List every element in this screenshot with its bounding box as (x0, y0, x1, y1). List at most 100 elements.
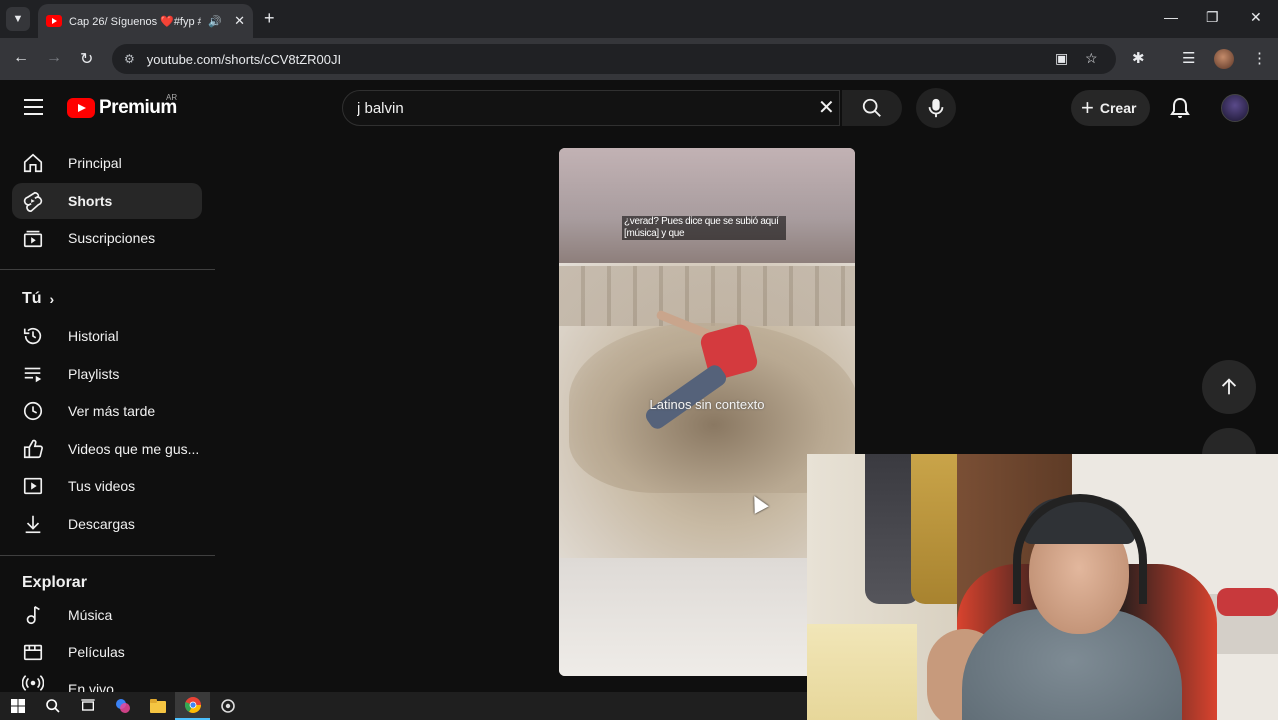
region-code: AR (166, 93, 178, 102)
arrow-up-icon (1221, 378, 1237, 395)
address-bar[interactable]: ⚙ youtube.com/shorts/cCV8tZR00JI (112, 44, 1116, 74)
tab-search-button[interactable]: ▼ (6, 7, 30, 31)
search-icon (862, 98, 881, 117)
sidebar-item-label: Historial (68, 328, 119, 344)
sidebar-item-label: Videos que me gus... (68, 441, 200, 457)
youtube-play-icon (67, 98, 95, 118)
reload-icon[interactable]: ↻ (80, 49, 93, 69)
forward-icon[interactable]: → (46, 49, 62, 67)
browser-menu-icon[interactable]: ⋮ (1252, 49, 1267, 67)
search-button[interactable] (842, 90, 902, 126)
create-label: Crear (1099, 100, 1137, 116)
video-wall (559, 266, 855, 326)
chrome-taskbar-icon[interactable] (175, 692, 210, 720)
live-icon (22, 672, 44, 692)
voice-search-button[interactable] (916, 88, 956, 128)
sidebar: Principal Shorts Suscripciones Tú › Hist… (0, 136, 215, 692)
chevron-right-icon: › (49, 291, 55, 307)
sidebar-item-label: Principal (68, 155, 122, 171)
explore-section-heading: Explorar (22, 574, 87, 592)
windows-logo-icon (10, 699, 25, 713)
tab-close-icon[interactable]: ✕ (234, 13, 245, 29)
sidebar-item-historial[interactable]: Historial (12, 318, 202, 354)
cam-pillow (1217, 588, 1278, 616)
sidebar-item-label: Suscripciones (68, 230, 156, 246)
sidebar-item-label: Shorts (68, 193, 113, 209)
watch-later-icon (22, 400, 44, 422)
youtube-premium-logo[interactable]: Premium AR (67, 93, 177, 119)
audio-playing-icon[interactable]: 🔊 (208, 15, 222, 28)
clear-search-icon[interactable]: ✕ (818, 98, 835, 118)
sidebar-item-label: Ver más tarde (68, 403, 156, 419)
sidebar-item-descargas[interactable]: Descargas (12, 506, 202, 542)
restore-icon[interactable]: ❐ (1206, 9, 1219, 26)
sidebar-item-videos-que-me-gustan[interactable]: Videos que me gus... (12, 431, 202, 467)
settings-taskbar-icon[interactable] (210, 692, 245, 720)
bookmark-star-icon[interactable]: ☆ (1085, 50, 1098, 67)
search-box[interactable] (342, 90, 840, 126)
url-text: youtube.com/shorts/cCV8tZR00JI (146, 51, 342, 67)
sidebar-item-ver-mas-tarde[interactable]: Ver más tarde (12, 393, 202, 429)
extensions-icon[interactable]: ✱ (1132, 49, 1145, 67)
sidebar-item-shorts[interactable]: Shorts (12, 183, 202, 219)
sidebar-item-suscripciones[interactable]: Suscripciones (12, 220, 202, 256)
movies-icon (22, 641, 44, 663)
sidebar-item-musica[interactable]: Música (12, 597, 202, 633)
sidebar-divider (0, 269, 215, 270)
music-icon (22, 604, 44, 626)
you-heading-label: Tú (22, 290, 42, 307)
tab-title: Cap 26/ Síguenos ❤️#fyp # (69, 15, 201, 28)
plus-icon: + (1081, 95, 1094, 120)
taskbar-search-icon[interactable] (35, 692, 70, 720)
video-sky (559, 148, 855, 266)
install-app-icon[interactable]: ▣ (1055, 50, 1068, 67)
video-caption: ¿verad? Pues dice que se subió aquí [mús… (622, 216, 786, 240)
menu-icon[interactable] (24, 99, 43, 115)
video-watermark: Latinos sin contexto (649, 397, 765, 412)
browser-profile-avatar[interactable] (1214, 49, 1234, 69)
home-icon (22, 152, 44, 174)
liked-icon (22, 438, 44, 460)
sidebar-item-label: Películas (68, 644, 125, 660)
notifications-bell-icon[interactable] (1168, 96, 1192, 120)
you-section-heading[interactable]: Tú › (22, 290, 54, 308)
sidebar-item-playlists[interactable]: Playlists (12, 356, 202, 392)
search-input[interactable] (357, 99, 797, 117)
site-info-icon[interactable]: ⚙ (124, 52, 135, 66)
sidebar-item-principal[interactable]: Principal (12, 145, 202, 181)
create-button[interactable]: + Crear (1071, 90, 1151, 126)
downloads-icon (22, 513, 44, 535)
sidebar-item-label: Música (68, 607, 113, 623)
start-button[interactable] (0, 692, 35, 720)
previous-short-button[interactable] (1202, 360, 1256, 414)
browser-tab-strip: ▼ Cap 26/ Síguenos ❤️#fyp # 🔊 ✕ + — ❐ ✕ (0, 0, 1278, 38)
media-controls-icon[interactable]: ☰ (1182, 49, 1195, 67)
task-view-icon[interactable] (70, 692, 105, 720)
file-explorer-icon[interactable] (140, 692, 175, 720)
cam-desk (807, 624, 917, 720)
sidebar-item-label: Descargas (68, 516, 135, 532)
explore-heading-label: Explorar (22, 574, 87, 591)
sidebar-item-tus-videos[interactable]: Tus videos (12, 468, 202, 504)
subscriptions-icon (22, 227, 44, 249)
microphone-icon (928, 98, 944, 118)
copilot-icon[interactable] (105, 692, 140, 720)
account-avatar[interactable] (1221, 94, 1249, 122)
shorts-icon (22, 190, 44, 212)
new-tab-button[interactable]: + (264, 8, 275, 29)
browser-tab[interactable]: Cap 26/ Síguenos ❤️#fyp # 🔊 ✕ (38, 4, 253, 38)
your-videos-icon (22, 475, 44, 497)
sidebar-item-peliculas[interactable]: Películas (12, 634, 202, 670)
browser-toolbar: ← → ↻ ⚙ youtube.com/shorts/cCV8tZR00JI ▣… (0, 38, 1278, 80)
sidebar-item-label: Tus videos (68, 478, 136, 494)
minimize-icon[interactable]: — (1164, 9, 1178, 25)
back-icon[interactable]: ← (13, 49, 29, 67)
sidebar-divider (0, 555, 215, 556)
youtube-favicon-icon (46, 15, 62, 27)
playlists-icon (22, 363, 44, 385)
webcam-overlay (807, 454, 1278, 720)
window-close-icon[interactable]: ✕ (1250, 9, 1262, 26)
windows-taskbar (0, 692, 807, 720)
history-icon (22, 325, 44, 347)
sidebar-item-en-vivo[interactable]: En vivo (12, 672, 202, 692)
